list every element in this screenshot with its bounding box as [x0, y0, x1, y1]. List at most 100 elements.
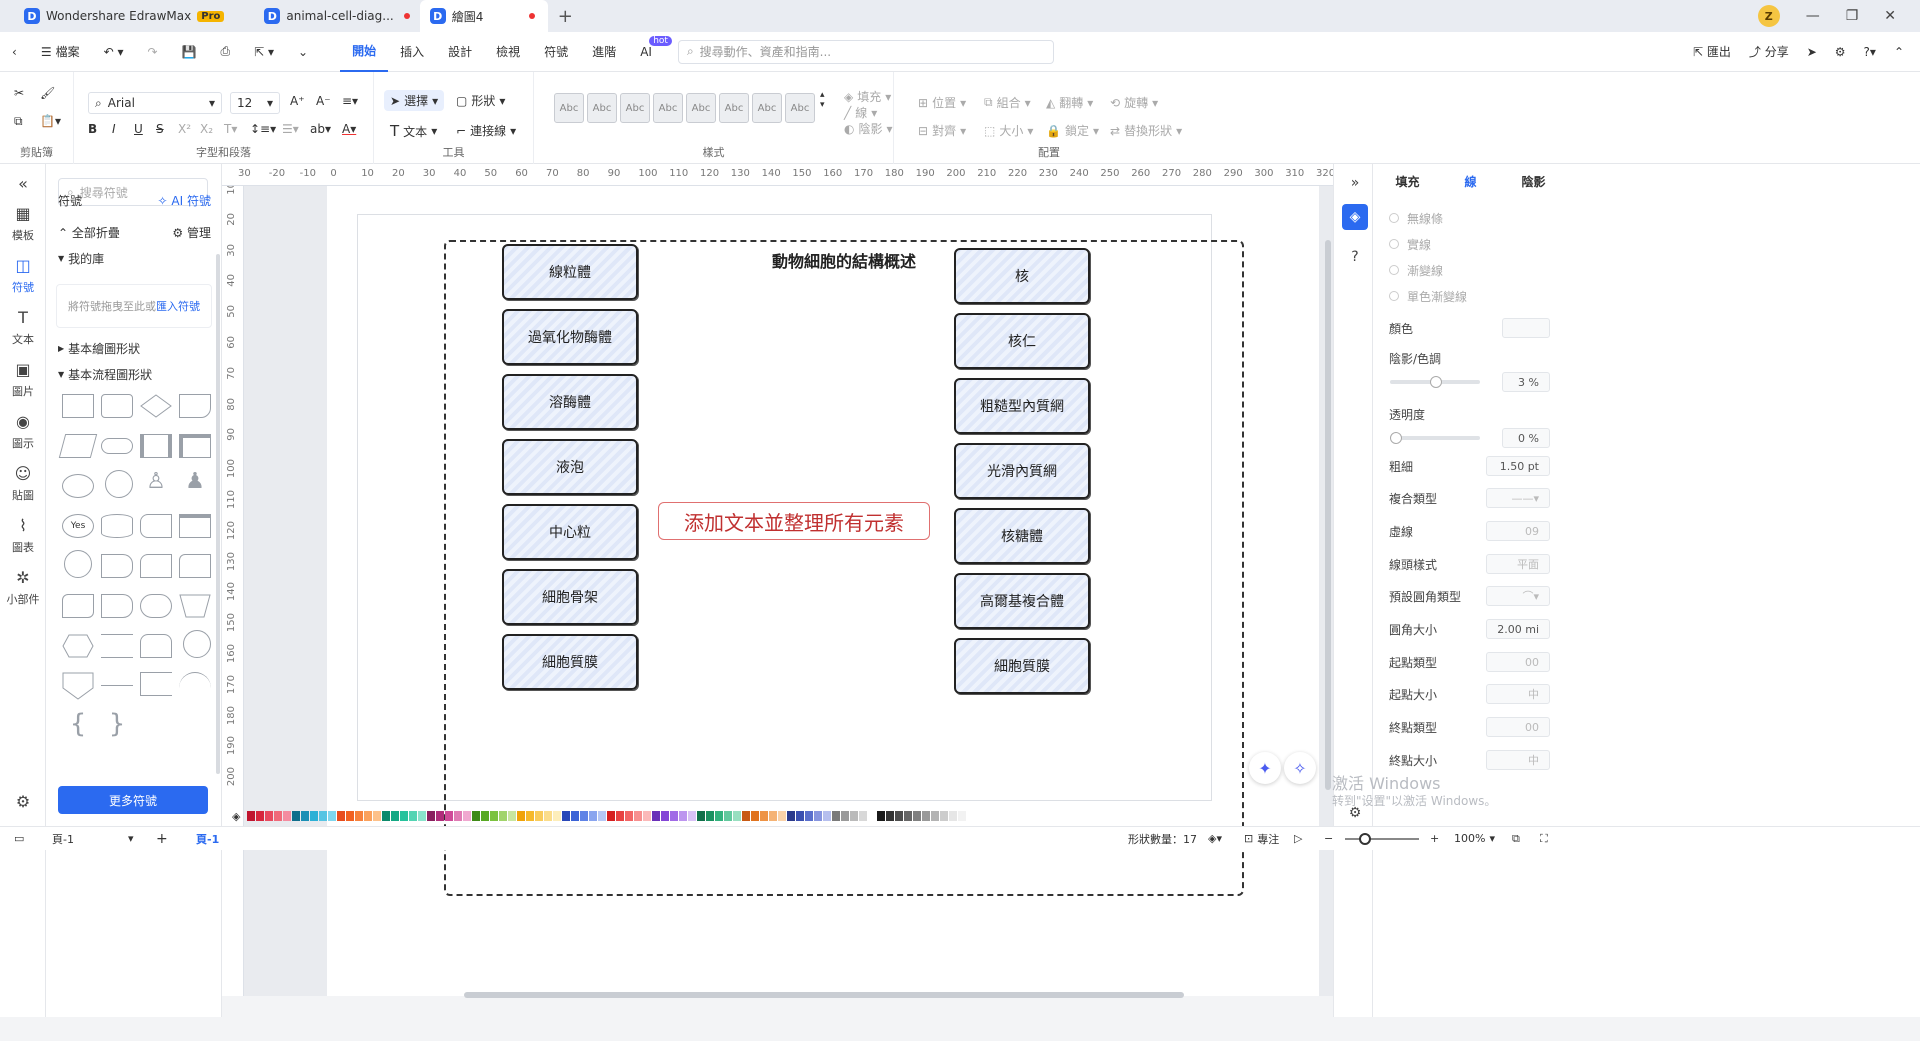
color-swatch[interactable]: [553, 811, 562, 821]
left-organelle-box[interactable]: 線粒體: [502, 244, 638, 300]
tab-view[interactable]: 檢視: [484, 32, 532, 72]
left-organelle-box[interactable]: 細胞質膜: [502, 634, 638, 690]
font-family-select[interactable]: ⌕ Arial ▾: [88, 92, 222, 114]
no-line-option[interactable]: 無線條: [1389, 208, 1554, 228]
position-button[interactable]: ⊞ 位置 ▾: [918, 94, 966, 111]
subscript-icon[interactable]: X₂: [200, 122, 213, 136]
mono-gradient-option[interactable]: 單色漸變線: [1389, 286, 1554, 306]
tab-design[interactable]: 設計: [436, 32, 484, 72]
slider-knob[interactable]: [1430, 376, 1442, 388]
color-swatch[interactable]: [796, 811, 805, 821]
bold-icon[interactable]: B: [88, 122, 97, 136]
superscript-icon[interactable]: X²: [178, 122, 191, 136]
shadow-button[interactable]: ◐ 陰影 ▾: [844, 120, 893, 137]
layers-icon[interactable]: ◈▾: [1208, 832, 1222, 845]
format-painter-icon[interactable]: 🖌: [40, 86, 55, 100]
left-organelle-box[interactable]: 細胞骨架: [502, 569, 638, 625]
nav-text[interactable]: T 文本: [0, 308, 46, 347]
text-highlight-icon[interactable]: ab▾: [310, 122, 331, 136]
more-quick-icon[interactable]: ⌄: [286, 32, 320, 72]
left-organelle-box[interactable]: 溶酶體: [502, 374, 638, 430]
color-swatch[interactable]: [589, 811, 598, 821]
nav-images[interactable]: ▣ 圖片: [0, 360, 46, 399]
color-swatch[interactable]: [760, 811, 769, 821]
color-swatch[interactable]: [256, 811, 265, 821]
color-swatch[interactable]: [679, 811, 688, 821]
color-swatch[interactable]: [652, 811, 661, 821]
color-swatch[interactable]: [283, 811, 292, 821]
flip-button[interactable]: ◭ 翻轉 ▾: [1046, 94, 1093, 111]
color-swatch[interactable]: [355, 811, 364, 821]
decision-shape[interactable]: [140, 394, 172, 418]
size-button[interactable]: ⬚ 大小 ▾: [984, 122, 1033, 139]
solid-line-option[interactable]: 實線: [1389, 234, 1554, 254]
color-swatch[interactable]: [958, 811, 967, 821]
rounded-process-shape[interactable]: [101, 394, 133, 418]
color-swatch[interactable]: [436, 811, 445, 821]
shade-input[interactable]: 3 %: [1502, 372, 1550, 392]
style-swatch-1[interactable]: Abc: [554, 93, 584, 123]
color-swatch[interactable]: [688, 811, 697, 821]
symbol-panel-scrollbar[interactable]: [216, 254, 220, 774]
color-swatch[interactable]: [823, 811, 832, 821]
help-circle-icon[interactable]: ?: [1342, 244, 1368, 270]
zoom-out-icon[interactable]: −: [1324, 832, 1333, 845]
user-shape[interactable]: ♟: [179, 470, 211, 494]
color-swatch[interactable]: [778, 811, 787, 821]
drawing-canvas[interactable]: 動物細胞的結構概述 添加文本並整理所有元素 ✦ ✧ 線粒體 過氧化物酶體 溶酶體 液泡…: [244, 186, 1333, 996]
color-swatch[interactable]: [301, 811, 310, 821]
style-swatch-5[interactable]: Abc: [686, 93, 716, 123]
copy-icon[interactable]: ⧉: [14, 114, 23, 129]
right-organelle-box[interactable]: 核糖體: [954, 508, 1090, 564]
color-swatch[interactable]: [598, 811, 607, 821]
my-library-header[interactable]: ▼ 我的庫: [58, 250, 211, 267]
help-icon[interactable]: ?▾: [1864, 45, 1876, 59]
zoom-slider[interactable]: [1345, 833, 1419, 845]
collapse-nav-icon[interactable]: «: [0, 174, 46, 193]
right-organelle-box[interactable]: 細胞質膜: [954, 638, 1090, 694]
color-swatch[interactable]: [481, 811, 490, 821]
manage-button[interactable]: ⚙ 管理: [172, 224, 211, 241]
color-swatch[interactable]: [427, 811, 436, 821]
style-swatch-2[interactable]: Abc: [587, 93, 617, 123]
nav-symbols[interactable]: ◫ 符號: [0, 256, 46, 295]
color-swatch[interactable]: [337, 811, 346, 821]
or-circle-shape[interactable]: [183, 630, 211, 658]
app-tab[interactable]: D Wondershare EdrawMax Pro: [14, 0, 234, 32]
tab-shadow[interactable]: 陰影: [1521, 173, 1545, 190]
file-menu[interactable]: ☰ 檔案: [29, 32, 92, 72]
more-symbols-button[interactable]: 更多符號: [58, 786, 208, 814]
line-button[interactable]: ╱ 線 ▾: [844, 104, 877, 121]
color-swatch[interactable]: [787, 811, 796, 821]
off-page-shape[interactable]: [101, 594, 133, 618]
color-swatch[interactable]: [490, 811, 499, 821]
color-swatch[interactable]: [931, 811, 940, 821]
actor-shape[interactable]: ♙: [140, 470, 172, 494]
style-swatch-4[interactable]: Abc: [653, 93, 683, 123]
paste-icon[interactable]: 📋▾: [40, 114, 61, 128]
new-tab-button[interactable]: +: [548, 0, 583, 32]
book-view-icon[interactable]: ⧉: [1512, 832, 1520, 846]
right-brace-shape[interactable]: }: [101, 711, 133, 737]
right-organelle-box[interactable]: 粗糙型內質網: [954, 378, 1090, 434]
page-tab[interactable]: 頁-1: [196, 831, 219, 847]
color-swatch[interactable]: [391, 811, 400, 821]
ai-symbols-button[interactable]: ✧ AI 符號: [158, 192, 211, 209]
color-swatch[interactable]: [859, 811, 868, 821]
data-shape[interactable]: [58, 434, 98, 458]
wave-shape[interactable]: [62, 594, 94, 618]
color-swatch[interactable]: [508, 811, 517, 821]
style-swatch-3[interactable]: Abc: [620, 93, 650, 123]
increase-font-icon[interactable]: A⁺: [290, 94, 305, 108]
color-swatch[interactable]: [463, 811, 472, 821]
connector-line-shape[interactable]: [101, 674, 133, 686]
export-quick-icon[interactable]: ⇱ ▾: [242, 32, 286, 72]
color-swatch[interactable]: [805, 811, 814, 821]
corner-type-select[interactable]: ⌒▾: [1486, 586, 1550, 606]
nav-templates[interactable]: ▦ 模板: [0, 204, 46, 243]
tab-insert[interactable]: 插入: [388, 32, 436, 72]
left-brace-shape[interactable]: {: [62, 711, 94, 737]
terminator-shape[interactable]: [101, 438, 133, 454]
text-case-icon[interactable]: T▾: [224, 122, 237, 136]
end-type-select[interactable]: 00: [1486, 717, 1550, 737]
